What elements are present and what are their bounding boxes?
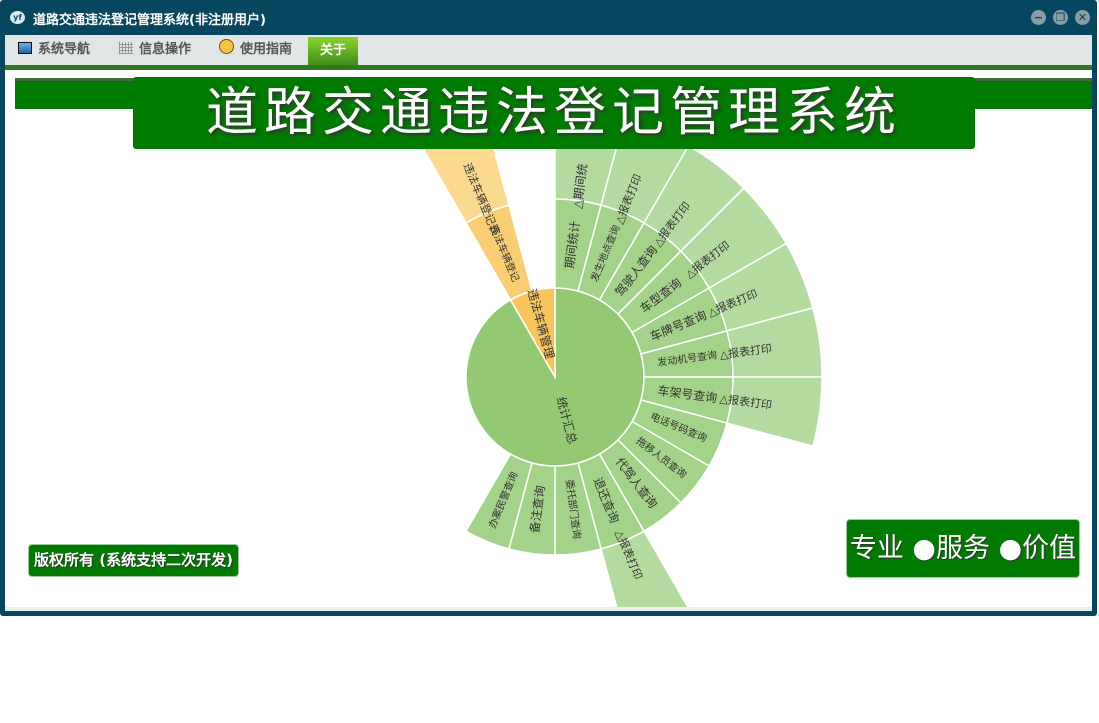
sunburst-segment-outer[interactable]: [726, 376, 823, 448]
menu-system-navigation[interactable]: 系统导航: [18, 35, 90, 65]
app-logo-icon: yf: [10, 11, 25, 24]
content-bottom-border: [5, 607, 1092, 611]
copyright-label: 版权所有 (系统支持二次开发): [28, 544, 239, 577]
minimize-button[interactable]: −: [1031, 10, 1046, 25]
menu-about[interactable]: 关于: [308, 37, 359, 65]
title-bar: yf 道路交通违法登记管理系统(非注册用户) − ❐ ✕: [0, 0, 1097, 35]
menu-info-operations[interactable]: 信息操作: [119, 35, 191, 65]
menu-label: 使用指南: [240, 42, 293, 57]
app-window: yf 道路交通违法登记管理系统(非注册用户) − ❐ ✕ 系统导航 信息操作 使…: [0, 0, 1097, 616]
menu-user-guide[interactable]: 使用指南: [219, 35, 292, 65]
monitor-icon: [18, 42, 32, 54]
menu-bar: 系统导航 信息操作 使用指南 关于: [5, 35, 1092, 65]
help-icon: [219, 39, 234, 54]
slogan-label: 专业 ●服务 ●价值: [846, 519, 1080, 578]
close-button[interactable]: ✕: [1075, 10, 1090, 25]
menu-label: 系统导航: [38, 42, 91, 57]
window-title: 道路交通违法登记管理系统(非注册用户): [33, 13, 266, 28]
restore-button[interactable]: ❐: [1053, 10, 1068, 25]
main-content: 统计汇总 期间统计 △期间统 发生地点查询 △报表打印 驾驶人查询 △报表打印 车型查询 △报表…: [5, 70, 1092, 610]
page-title: 道路交通违法登记管理系统: [133, 77, 975, 149]
grid-icon: [119, 42, 133, 54]
menu-label: 信息操作: [139, 42, 192, 57]
